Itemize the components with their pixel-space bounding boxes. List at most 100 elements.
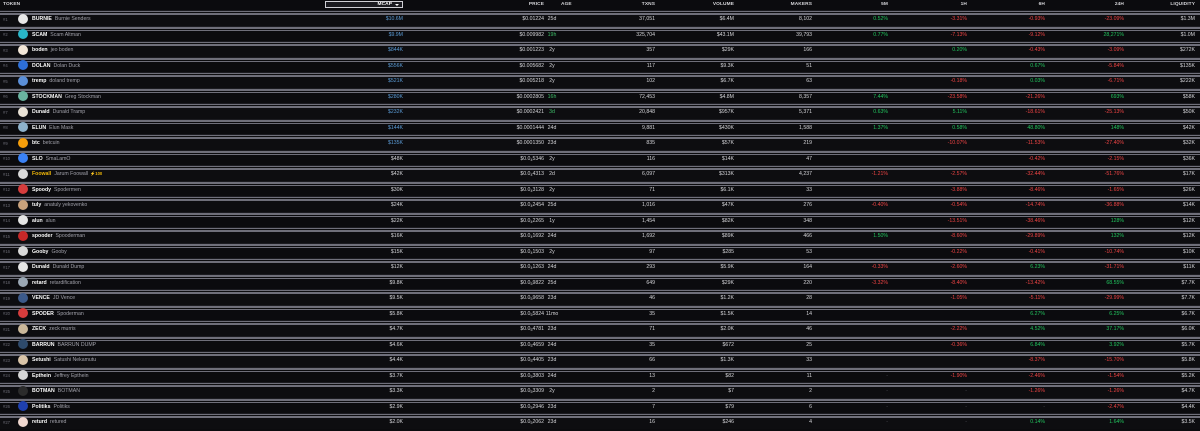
token-symbol[interactable]: tremp doland tremp [32,78,80,84]
col-price[interactable]: PRICE [529,2,544,7]
mcap-value: $3.3K [389,388,403,394]
token-symbol[interactable]: SLO SmaLamO [32,156,70,162]
table-row[interactable]: #21 ZECK zeck murris $4.7K $0.054781 23d 71 $2.… [0,320,1200,336]
chain-list-icon [0,119,1200,124]
chain-list-icon [0,197,1200,202]
token-symbol[interactable]: ZECK zeck murris [32,326,76,332]
token-symbol[interactable]: SCAM Scam Altman [32,32,81,38]
change-1h: - [965,388,967,394]
token-symbol[interactable]: Dunald Dunald Tramp [32,109,85,115]
token-avatar [18,91,28,101]
volume-value: $1.2K [720,295,734,301]
chain-list-icon [0,11,1200,16]
token-symbol[interactable]: SPODER Spoderman [32,311,84,317]
token-name: Spoderman [56,310,84,317]
token-name: Dunald Tramp [52,109,86,115]
change-24h: -15.70% [1104,357,1124,363]
token-name: betcuin [42,140,60,146]
token-avatar [18,199,28,210]
symbol-text: btc [32,140,40,146]
table-row[interactable]: #27 returd retured $2.0K $0.052062 23d 16 $246 4… [0,413,1200,429]
volume-value: $47K [721,202,734,208]
token-symbol[interactable]: Spoody Spodermen [32,187,81,193]
token-avatar [18,277,28,287]
token-symbol[interactable]: alun alun [32,218,55,224]
makers-value: 39,793 [796,31,812,38]
table-row[interactable]: #5 tremp doland tremp $521K $0.005218 2y 102 $6… [0,72,1200,88]
table-row[interactable]: #11 Foowall Jarum Foowall ⚡100 $42K $0.044313… [0,165,1200,181]
age-value: 2y [549,248,555,255]
mcap-value: $9.5K [389,295,403,301]
token-name: Dolan Duck [53,62,81,69]
table-row[interactable]: #9 btc betcuin $135K $0.0001350 23d 835 $57K 219… [0,134,1200,150]
col-txns[interactable]: TXNS [642,2,655,7]
table-row[interactable]: #20 SPODER Spoderman $5.8K $0.055824 11mo 35 $1… [0,304,1200,321]
table-row[interactable]: #18 retard retardification $9.8K $0.059822 25… [0,273,1200,290]
token-symbol[interactable]: VENCE JD Vence [32,295,75,301]
token-symbol[interactable]: BARRUN BARRUN DUMP [32,342,96,348]
token-symbol[interactable]: STOCKMAN Greg Stockman [32,94,101,100]
col-volume[interactable]: VOLUME [713,2,734,7]
table-row[interactable]: #12 Spoody Spodermen $30K $0.043128 2y 71 $6.1K… [0,180,1200,197]
mcap-value: $2.9K [389,403,403,410]
col-token[interactable]: TOKEN [3,2,20,7]
makers-value: 4 [809,419,812,425]
table-row[interactable]: #19 VENCE JD Vence $9.5K $0.059658 23d 46 $1.2K… [0,289,1200,305]
token-symbol[interactable]: DOLAN Dolan Duck [32,63,80,69]
token-symbol[interactable]: btc betcuin [32,140,60,146]
price-prefix: $0.0 [520,279,531,286]
token-symbol[interactable]: returd retured [32,419,66,425]
col-liquidity[interactable]: LIQUIDITY [1170,2,1195,7]
table-row[interactable]: #6 STOCKMAN Greg Stockman $280K $0.0002805 16… [0,87,1200,104]
col-24h[interactable]: 24H [1115,2,1124,7]
col-age[interactable]: AGE [561,2,572,7]
table-row[interactable]: #23 Setushi Satushi Nekamutu $4.4K $0.054405… [0,351,1200,367]
token-symbol[interactable]: Gooby Gooby [32,249,67,255]
txns-value: 1,692 [642,233,655,239]
symbol-text: ZECK [32,326,47,332]
table-row[interactable]: #24 Epthein Jeffrey Epthein $3.7K $0.053803 2… [0,366,1200,383]
token-symbol[interactable]: Dunald Dunald Dump [32,264,84,270]
token-symbol[interactable]: BOTMAN BOTMAN [32,388,80,394]
token-symbol[interactable]: BURNIE Burnie Senders [32,16,91,22]
token-symbol[interactable]: Epthein Jeffrey Epthein [32,373,89,379]
table-row[interactable]: #4 DOLAN Dolan Duck $556K $0.005682 2y 117 $9.3… [0,56,1200,73]
mcap-sort-dropdown[interactable]: MCAP [325,1,403,8]
table-row[interactable]: #8 ELUN Elun Mask $144K $0.0001444 24d 9,881 $4… [0,118,1200,135]
table-row[interactable]: #16 Gooby Gooby $15K $0.041503 2y 97 $285 53 -0.2… [0,242,1200,259]
table-row[interactable]: #1 BURNIE Burnie Senders $10.6M $0.01224 25d 3… [0,10,1200,26]
table-row[interactable]: #14 alun alun $22K $0.042265 1y 1,454 $82K 348 -1… [0,211,1200,228]
table-row[interactable]: #26 Politiks Politiks $2.9K $0.052946 23d 7 $79… [0,397,1200,414]
token-symbol[interactable]: Politiks Politiks [32,404,70,410]
token-symbol[interactable]: Foowall Jarum Foowall ⚡100 [32,171,102,177]
col-6h[interactable]: 6H [1039,2,1045,7]
table-row[interactable]: #7 Dunald Dunald Tramp $232K $0.0002421 3d 20,… [0,103,1200,119]
table-row[interactable]: #15 spooder Spooderman $16K $0.041692 24d 1,69… [0,227,1200,243]
change-5m: 7.44% [873,93,888,100]
col-5m[interactable]: 5M [881,2,888,7]
table-row[interactable]: #2 SCAM Scam Altman $9.9M $0.009982 19h 325,70… [0,25,1200,42]
chain-list-icon [0,166,1200,171]
table-row[interactable]: #13 tuly anatuly yekovenko $24K $0.042454 25d… [0,196,1200,212]
token-avatar [18,308,28,318]
token-symbol[interactable]: retard retardification [32,280,81,286]
col-1h[interactable]: 1H [961,2,967,7]
token-symbol[interactable]: spooder Spooderman [32,233,85,239]
change-1h: -0.18% [950,78,967,84]
table-row[interactable]: #17 Dunald Dunald Dump $12K $0.041263 24d 293 $… [0,258,1200,274]
symbol-text: Gooby [32,248,49,255]
table-row[interactable]: #10 SLO SmaLamO $48K $0.045346 2y 116 $14K 47 -0.… [0,149,1200,166]
table-row[interactable]: #3 boden jeo boden $844K $0.001223 2y 357 $29K 1… [0,41,1200,57]
table-row[interactable]: #25 BOTMAN BOTMAN $3.3K $0.053309 2y 2 $7 2- - -1.… [0,382,1200,398]
mcap-value: $135K [387,140,403,146]
token-symbol[interactable]: boden jeo boden [32,47,73,53]
token-symbol[interactable]: tuly anatuly yekovenko [32,202,87,208]
txns-value: 7 [652,403,655,410]
liquidity-value: $12K [1182,217,1195,224]
age-value: 23d [547,357,557,363]
col-makers[interactable]: MAKERS [791,2,812,7]
table-row[interactable]: #22 BARRUN BARRUN DUMP $4.6K $0.054659 24d 35 $… [0,335,1200,352]
token-symbol[interactable]: Setushi Satushi Nekamutu [32,357,96,363]
token-symbol[interactable]: ELUN Elun Mask [32,125,73,131]
mcap-value: $9.9M [388,31,403,38]
